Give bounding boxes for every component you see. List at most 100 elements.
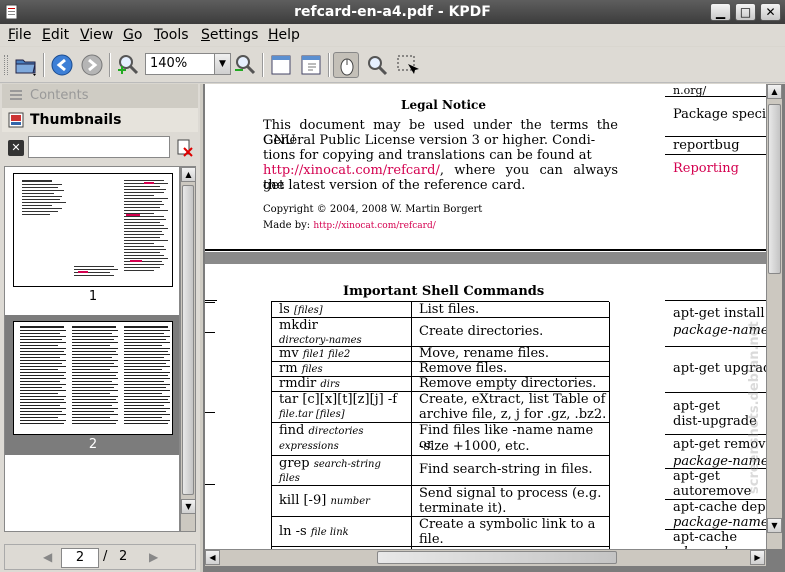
thumbnail-item-2[interactable]: 2 <box>5 315 179 455</box>
tab-contents[interactable]: Contents <box>2 84 198 108</box>
fit-width-icon <box>271 55 291 75</box>
menu-view[interactable]: View <box>80 27 113 43</box>
menu-label: ettings <box>209 27 259 43</box>
page-border <box>205 249 766 251</box>
cmd-arg: number <box>330 496 370 507</box>
cmd-desc: Create, eXtract, list Table of <box>419 392 606 407</box>
shell-commands-title: Important Shell Commands <box>343 284 545 299</box>
fit-page-button[interactable] <box>298 52 324 78</box>
table-row: rm files Remove files. <box>271 362 609 377</box>
zoom-in-icon <box>118 55 139 75</box>
scroll-up-icon[interactable]: ▲ <box>181 167 196 182</box>
select-tool-button[interactable] <box>394 52 420 78</box>
scroll-thumb[interactable] <box>377 551 617 564</box>
page-gap <box>205 252 766 264</box>
cmd-desc: -size +1000, etc. <box>419 439 530 454</box>
zoom-tool-button[interactable] <box>364 52 390 78</box>
thumbnail-number: 1 <box>88 289 98 304</box>
scroll-thumb[interactable] <box>768 104 781 274</box>
thumbnail-page-1 <box>13 173 173 287</box>
menu-label: ile <box>15 27 32 43</box>
scroll-thumb[interactable] <box>182 185 194 495</box>
minimize-button[interactable]: ▁ <box>710 3 731 21</box>
reporting-link[interactable]: Reporting <box>673 162 766 176</box>
page-total: 2 <box>119 549 128 564</box>
thumbnail-search-input[interactable] <box>28 136 170 158</box>
table-row: ls [files] List files. <box>271 302 609 318</box>
right-arg: package-names <box>673 516 766 530</box>
filter-icon <box>177 139 193 157</box>
next-page-icon[interactable]: ▶ <box>149 550 158 564</box>
maximize-button[interactable]: □ <box>735 3 756 21</box>
cmd-desc: terminate it). <box>419 501 507 516</box>
tab-thumbnails[interactable]: Thumbnails <box>2 108 198 132</box>
table-row: grep search-string files Find search-str… <box>271 456 609 486</box>
zoom-out-icon <box>235 55 256 75</box>
rule-line <box>205 484 215 485</box>
zoom-out-button[interactable] <box>232 52 258 78</box>
rule-line <box>205 412 215 413</box>
scroll-right-icon[interactable]: ▶ <box>750 550 765 565</box>
rule-line <box>665 529 766 530</box>
menu-edit[interactable]: Edit <box>42 27 69 43</box>
scroll-left-icon[interactable]: ◀ <box>205 550 220 565</box>
contents-icon <box>10 90 22 100</box>
right-cmd: apt-cache <box>673 531 738 545</box>
document-horizontal-scrollbar[interactable]: ◀ ▶ <box>205 549 766 566</box>
menu-tools[interactable]: Tools <box>154 27 189 43</box>
kpdf-app-icon[interactable] <box>4 4 20 20</box>
close-button[interactable]: ✕ <box>760 3 781 21</box>
cmd-arg: files <box>279 473 300 484</box>
cmd-desc: archive file, z, j for .gz, .bz2. <box>419 407 607 422</box>
thumbnail-scrollbar[interactable]: ▲ ▼ <box>180 166 196 532</box>
title-bar: refcard-en-a4.pdf - KPDF ▁ □ ✕ <box>0 0 785 24</box>
madeby-link[interactable]: http://xinocat.com/refcard/ <box>313 221 435 231</box>
right-text: Package specif <box>673 108 766 122</box>
fit-width-button[interactable] <box>268 52 294 78</box>
scroll-down-icon[interactable]: ▼ <box>767 518 782 533</box>
open-button[interactable] <box>13 52 39 78</box>
chevron-down-icon[interactable]: ▼ <box>214 54 230 74</box>
scroll-up-icon[interactable]: ▲ <box>767 84 782 99</box>
cmd-desc: Find search-string in files. <box>419 462 593 477</box>
clear-icon: ✕ <box>11 141 21 154</box>
cmd-text: mkdir <box>279 318 318 333</box>
pdf-page[interactable]: Legal Notice This document may be used u… <box>205 84 766 549</box>
page-preview <box>22 180 168 276</box>
prev-page-icon[interactable]: ◀ <box>43 550 52 564</box>
legal-notice-title: Legal Notice <box>401 98 486 112</box>
refcard-link[interactable]: http://xinocat.com/refcard/ <box>263 163 440 178</box>
cmd-desc: List files. <box>419 302 480 317</box>
back-button[interactable] <box>49 52 75 78</box>
table-row: mkdir directory-names Create directories… <box>271 318 609 347</box>
zoom-in-button[interactable] <box>115 52 141 78</box>
menu-file[interactable]: File <box>8 27 31 43</box>
filter-toggle-button[interactable] <box>175 138 195 158</box>
page-number-input[interactable]: 2 <box>61 548 99 568</box>
menu-settings[interactable]: Settings <box>201 27 258 43</box>
legal-line: General Public License version 3 or high… <box>263 133 596 148</box>
zoom-tool-icon <box>368 56 388 76</box>
fit-page-icon <box>301 55 321 75</box>
cmd-desc: Remove empty directories. <box>419 376 597 391</box>
zoom-select[interactable]: 140% ▼ <box>145 53 231 75</box>
document-vertical-scrollbar[interactable]: ▲ ▼ <box>766 84 782 549</box>
cmd-arg: file1 file2 <box>302 349 351 360</box>
menu-help[interactable]: Help <box>268 27 300 43</box>
browse-tool-button[interactable] <box>333 52 359 78</box>
minimize-icon: ▁ <box>715 5 726 19</box>
forward-button[interactable] <box>79 52 105 78</box>
page-navigator: ◀ 2 / 2 ▶ <box>4 544 196 570</box>
scroll-down-icon[interactable]: ▼ <box>181 499 196 514</box>
thumbnail-list[interactable]: 1 2 <box>4 166 180 532</box>
select-tool-icon <box>397 55 419 74</box>
rule-line <box>205 332 215 333</box>
menu-go[interactable]: Go <box>123 27 142 43</box>
menu-label: ools <box>160 27 189 43</box>
cmd-desc: Create a symbolic link to a <box>419 517 596 532</box>
rule-line <box>665 136 766 137</box>
toolbar-handle[interactable] <box>4 55 8 75</box>
cmd-arg: [files] <box>293 305 323 316</box>
clear-search-button[interactable]: ✕ <box>8 140 24 156</box>
thumbnail-item-1[interactable]: 1 <box>5 167 179 307</box>
